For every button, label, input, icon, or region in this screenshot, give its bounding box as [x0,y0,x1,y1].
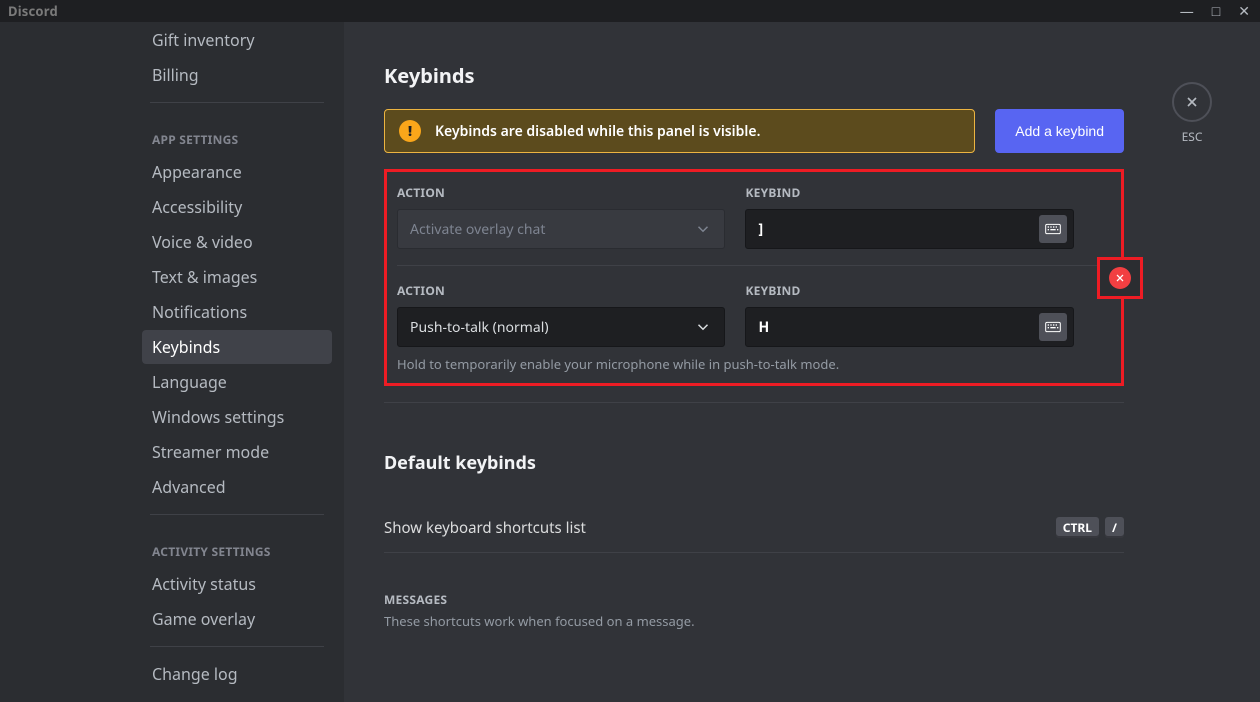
sidebar-item-windows-settings[interactable]: Windows settings [142,400,332,434]
sidebar-item-change-log[interactable]: Change log [142,657,332,691]
keybind-list-highlight: ACTION Activate overlay chat KEYBIND ] [384,169,1124,386]
sidebar-item-activity-status[interactable]: Activity status [142,567,332,601]
action-select-value: Activate overlay chat [410,220,545,239]
window-controls: — □ ✕ [1180,2,1260,21]
chevron-down-icon [694,318,712,336]
sidebar-header-app-settings: APP SETTINGS [142,113,332,154]
settings-content: ESC Keybinds ! Keybinds are disabled whi… [344,22,1260,702]
kbd-key: / [1105,517,1124,538]
keybind-value: H [758,318,769,337]
keybind-input[interactable]: H [745,307,1073,347]
warning-text: Keybinds are disabled while this panel i… [435,122,760,141]
messages-hint: These shortcuts work when focused on a m… [384,612,1124,630]
sidebar-header-activity-settings: ACTIVITY SETTINGS [142,525,332,566]
delete-keybind-highlight [1097,257,1143,299]
chevron-down-icon [694,220,712,238]
default-keybind-row: Show keyboard shortcuts list CTRL / [384,503,1124,553]
sidebar-item-advanced[interactable]: Advanced [142,470,332,504]
sidebar-item-voice-video[interactable]: Voice & video [142,225,332,259]
action-select[interactable]: Activate overlay chat [397,209,725,249]
sidebar-item-text-images[interactable]: Text & images [142,260,332,294]
close-button[interactable] [1172,82,1212,122]
keybind-row: ACTION Push-to-talk (normal) KEYBIND H [397,278,1111,373]
record-keybind-button[interactable] [1039,215,1067,243]
keybind-label: KEYBIND [745,282,1073,299]
delete-keybind-button[interactable] [1109,267,1131,289]
sidebar-item-language[interactable]: Language [142,365,332,399]
sidebar-item-notifications[interactable]: Notifications [142,295,332,329]
close-icon [1114,272,1126,284]
app-brand: Discord [0,2,58,20]
close-label: ESC [1172,128,1212,145]
sidebar-item-streamer-mode[interactable]: Streamer mode [142,435,332,469]
action-label: ACTION [397,184,725,201]
window-maximize[interactable]: □ [1212,2,1220,21]
titlebar: Discord — □ ✕ [0,0,1260,22]
sidebar-item-game-overlay[interactable]: Game overlay [142,602,332,636]
sidebar-item-keybinds[interactable]: Keybinds [142,330,332,364]
messages-header: MESSAGES [384,591,1124,608]
default-keybind-keys: CTRL / [1056,517,1124,538]
sidebar-item-hypesquad[interactable]: HypeSquad [142,692,332,702]
sidebar-divider [150,102,324,103]
close-icon [1184,94,1200,110]
keyboard-icon [1045,223,1061,235]
sidebar-item-appearance[interactable]: Appearance [142,155,332,189]
keybind-label: KEYBIND [745,184,1073,201]
sidebar-divider [150,646,324,647]
page-title: Keybinds [384,62,1124,89]
action-select-value: Push-to-talk (normal) [410,318,549,337]
sidebar-divider [150,514,324,515]
default-keybinds-title: Default keybinds [384,451,1124,475]
close-settings: ESC [1172,82,1212,145]
warning-icon: ! [399,120,421,142]
keybind-input[interactable]: ] [745,209,1073,249]
row-divider [397,265,1111,266]
sidebar-item-accessibility[interactable]: Accessibility [142,190,332,224]
action-label: ACTION [397,282,725,299]
keybind-hint: Hold to temporarily enable your micropho… [397,355,1111,373]
keyboard-icon [1045,321,1061,333]
keybind-row: ACTION Activate overlay chat KEYBIND ] [397,180,1111,249]
keybind-value: ] [758,220,763,239]
window-close[interactable]: ✕ [1238,2,1250,21]
window-minimize[interactable]: — [1180,2,1194,21]
sidebar-item-billing[interactable]: Billing [142,58,332,92]
record-keybind-button[interactable] [1039,313,1067,341]
add-keybind-button[interactable]: Add a keybind [995,109,1124,153]
settings-sidebar: Gift inventory Billing APP SETTINGS Appe… [0,22,344,702]
action-select[interactable]: Push-to-talk (normal) [397,307,725,347]
kbd-key: CTRL [1056,517,1099,538]
default-keybind-label: Show keyboard shortcuts list [384,518,586,538]
sidebar-item-gift-inventory[interactable]: Gift inventory [142,23,332,57]
section-divider [384,402,1124,403]
warning-banner: ! Keybinds are disabled while this panel… [384,109,975,153]
